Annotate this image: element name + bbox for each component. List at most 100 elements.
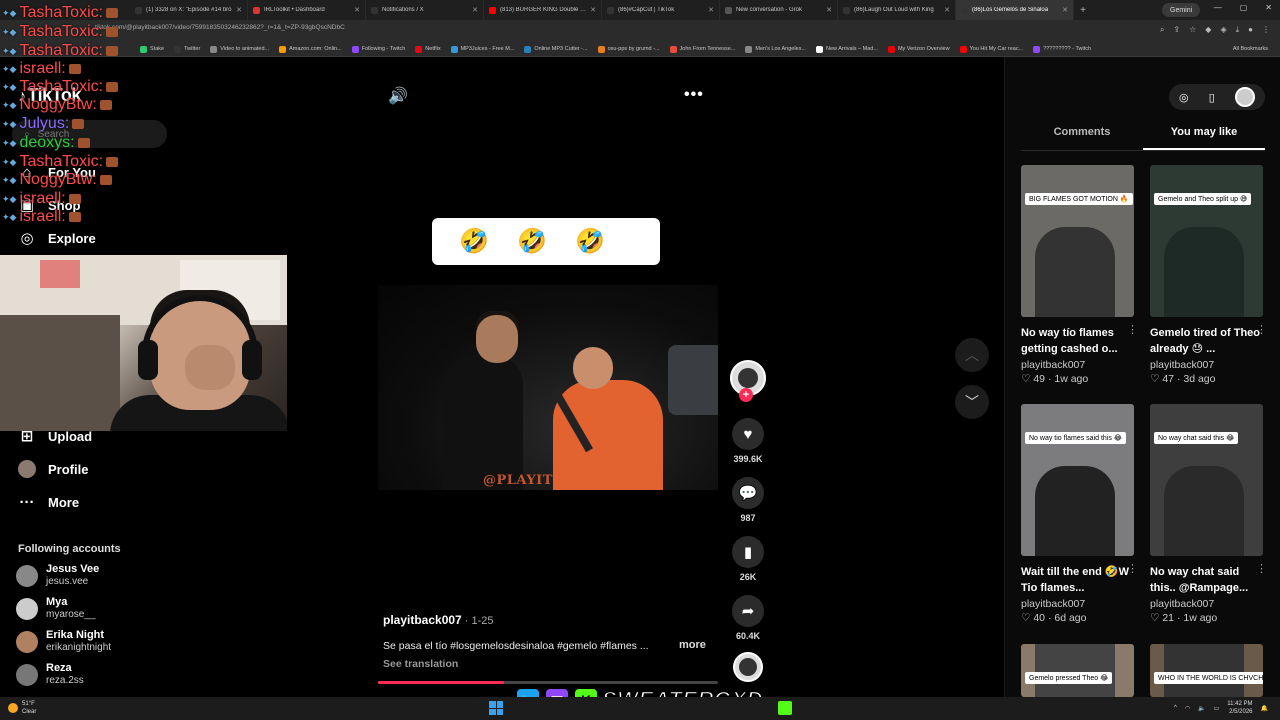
- maximize-icon[interactable]: ▢: [1240, 3, 1248, 12]
- card-author[interactable]: playitback007: [1021, 598, 1134, 610]
- extension-icon[interactable]: ◈: [1220, 25, 1226, 35]
- video-thumbnail[interactable]: No way chat said this 😂: [1150, 404, 1263, 556]
- caption-more-link[interactable]: more: [679, 639, 706, 651]
- all-bookmarks[interactable]: All Bookmarks: [1233, 46, 1268, 52]
- bookmark-item[interactable]: You Hit My Car reac...: [959, 45, 1023, 53]
- wifi-icon[interactable]: ◠: [1185, 705, 1190, 712]
- card-author[interactable]: playitback007: [1021, 359, 1134, 371]
- card-author[interactable]: playitback007: [1150, 359, 1263, 371]
- comment-button[interactable]: 💬 987: [728, 477, 768, 523]
- star-icon[interactable]: ☆: [1189, 25, 1196, 35]
- windows-start-icon[interactable]: [489, 701, 503, 715]
- video-thumbnail[interactable]: Gemelo and Theo split up 😅: [1150, 165, 1263, 317]
- new-tab-icon[interactable]: +: [1074, 5, 1092, 16]
- bookmark-item[interactable]: Netflix: [415, 45, 441, 53]
- card-author[interactable]: playitback007: [1150, 598, 1263, 610]
- following-account[interactable]: Jesus Vee jesus.vee: [16, 563, 99, 588]
- speaker-icon[interactable]: 🔈: [1198, 705, 1205, 712]
- previous-video-button[interactable]: ︿: [955, 338, 989, 372]
- close-tab-icon[interactable]: ✕: [708, 6, 714, 14]
- share-button[interactable]: ➦ 60.4K: [728, 595, 768, 641]
- sound-disc[interactable]: [728, 652, 768, 682]
- share-icon[interactable]: ⇪: [1173, 25, 1180, 35]
- bookmark-item[interactable]: John From Tennesse...: [669, 45, 735, 53]
- video-progress-bar[interactable]: [378, 681, 718, 684]
- like-button[interactable]: ♥ 399.6K: [728, 418, 768, 464]
- chevron-up-icon[interactable]: ^: [1174, 705, 1177, 711]
- tab-comments[interactable]: Comments: [1021, 125, 1143, 150]
- close-tab-icon[interactable]: ✕: [354, 6, 360, 14]
- card-menu-icon[interactable]: ⋮: [1256, 323, 1267, 336]
- suggested-video-card[interactable]: No way chat said this 😂 No way chat said …: [1150, 404, 1267, 624]
- video-author[interactable]: playitback007 · 1-25: [383, 613, 494, 627]
- next-video-button[interactable]: ﹀: [955, 385, 989, 419]
- browser-tab[interactable]: (813) BURGER KING Double with ✕: [484, 0, 602, 20]
- bookmark-item[interactable]: Video to animated...: [210, 45, 269, 53]
- battery-icon[interactable]: ▭: [1214, 705, 1220, 712]
- volume-icon[interactable]: 🔊: [388, 86, 408, 106]
- suggested-video-card[interactable]: BIG FLAMES GOT MOTION 🔥 No way tío flames…: [1021, 165, 1138, 385]
- browser-tab[interactable]: (1) 3328 on X: "Episode #14 bro ✕: [130, 0, 248, 20]
- browser-tab[interactable]: New conversation - Grok ✕: [720, 0, 838, 20]
- suggested-video-card[interactable]: WHO IN THE WORLD IS CHVCHE 😂: [1150, 644, 1263, 697]
- bookmark-item[interactable]: Twitter: [174, 45, 200, 53]
- menu-icon[interactable]: ⋮: [1262, 25, 1270, 35]
- compass-icon[interactable]: ◎: [1179, 91, 1189, 104]
- zoom-icon[interactable]: ⌕: [1160, 25, 1164, 35]
- card-title[interactable]: Wait till the end 🤣W Tio flames...: [1021, 564, 1134, 596]
- see-translation-link[interactable]: See translation: [383, 658, 458, 670]
- minimize-icon[interactable]: —: [1214, 3, 1222, 12]
- user-avatar[interactable]: [1234, 87, 1255, 107]
- following-account[interactable]: Mya myarose__: [16, 596, 95, 621]
- creator-avatar[interactable]: +: [728, 360, 768, 402]
- close-tab-icon[interactable]: ✕: [236, 6, 242, 14]
- video-thumbnail[interactable]: No way tio flames said this 😂: [1021, 404, 1134, 556]
- video-thumbnail[interactable]: WHO IN THE WORLD IS CHVCHE 😂: [1150, 644, 1263, 697]
- suggested-video-card[interactable]: Gemelo and Theo split up 😅 Gemelo tired o…: [1150, 165, 1267, 385]
- bookmark-item[interactable]: Online MP3 Cutter -...: [524, 45, 588, 53]
- following-account[interactable]: Erika Night erikanightnight: [16, 629, 111, 654]
- extension-icon[interactable]: ◆: [1205, 25, 1211, 35]
- weather-widget[interactable]: 51°F Clear: [8, 700, 36, 716]
- video-thumbnail[interactable]: Gemelo pressed Theo 😂: [1021, 644, 1134, 697]
- suggested-video-card[interactable]: No way tio flames said this 😂 Wait till t…: [1021, 404, 1138, 624]
- close-icon[interactable]: ✕: [1265, 3, 1272, 12]
- follow-plus-icon[interactable]: +: [739, 388, 753, 402]
- save-button[interactable]: ▮ 26K: [728, 536, 768, 582]
- card-title[interactable]: Gemelo tired of Theo already 😓 ...: [1150, 325, 1263, 357]
- gemini-button[interactable]: Gemini: [1162, 3, 1201, 17]
- card-menu-icon[interactable]: ⋮: [1256, 562, 1267, 575]
- notification-icon[interactable]: 🔔: [1261, 705, 1268, 712]
- bookmark-item[interactable]: ????????? - Twitch: [1033, 45, 1091, 53]
- browser-tab[interactable]: (86)Los Gemelos de Sinaloa ✕: [956, 0, 1074, 20]
- phone-icon[interactable]: ▯: [1209, 91, 1215, 104]
- card-menu-icon[interactable]: ⋮: [1127, 323, 1138, 336]
- browser-tab[interactable]: IRLToolkit • Dashboard ✕: [248, 0, 366, 20]
- card-title[interactable]: No way tío flames getting cashed o...: [1021, 325, 1134, 357]
- suggested-video-card[interactable]: Gemelo pressed Theo 😂: [1021, 644, 1134, 697]
- bookmark-item[interactable]: Following - Twitch: [351, 45, 405, 53]
- url-field[interactable]: tiktok.com/@playitback007/video/75991835…: [95, 24, 345, 31]
- close-tab-icon[interactable]: ✕: [1062, 6, 1068, 14]
- downloads-icon[interactable]: ⤓: [1236, 25, 1240, 35]
- clock[interactable]: 11:42 PM 2/5/2026: [1227, 700, 1252, 716]
- card-menu-icon[interactable]: ⋮: [1127, 562, 1138, 575]
- bookmark-item[interactable]: Men's Los Angeles...: [745, 45, 806, 53]
- close-tab-icon[interactable]: ✕: [944, 6, 950, 14]
- nav-more[interactable]: ··· More: [18, 493, 80, 511]
- browser-tab[interactable]: Notifications / X ✕: [366, 0, 484, 20]
- bookmark-item[interactable]: MP3Juices - Free M...: [450, 45, 514, 53]
- close-tab-icon[interactable]: ✕: [590, 6, 596, 14]
- nav-profile[interactable]: Profile: [18, 460, 88, 478]
- close-tab-icon[interactable]: ✕: [826, 6, 832, 14]
- bookmark-item[interactable]: My Verizon Overview: [887, 45, 950, 53]
- nav-explore[interactable]: ◎ Explore: [18, 229, 95, 247]
- author-name[interactable]: playitback007: [383, 613, 462, 627]
- video-thumbnail[interactable]: BIG FLAMES GOT MOTION 🔥: [1021, 165, 1134, 317]
- video-frame[interactable]: @PLAYITBACK007: [378, 285, 718, 490]
- bookmark-item[interactable]: New Arrivals – Mad...: [815, 45, 878, 53]
- close-tab-icon[interactable]: ✕: [472, 6, 478, 14]
- following-account[interactable]: Reza reza.2ss: [16, 662, 84, 687]
- bookmark-item[interactable]: Amazon.com: Onlin...: [279, 45, 342, 53]
- bookmark-item[interactable]: Stake: [140, 45, 164, 53]
